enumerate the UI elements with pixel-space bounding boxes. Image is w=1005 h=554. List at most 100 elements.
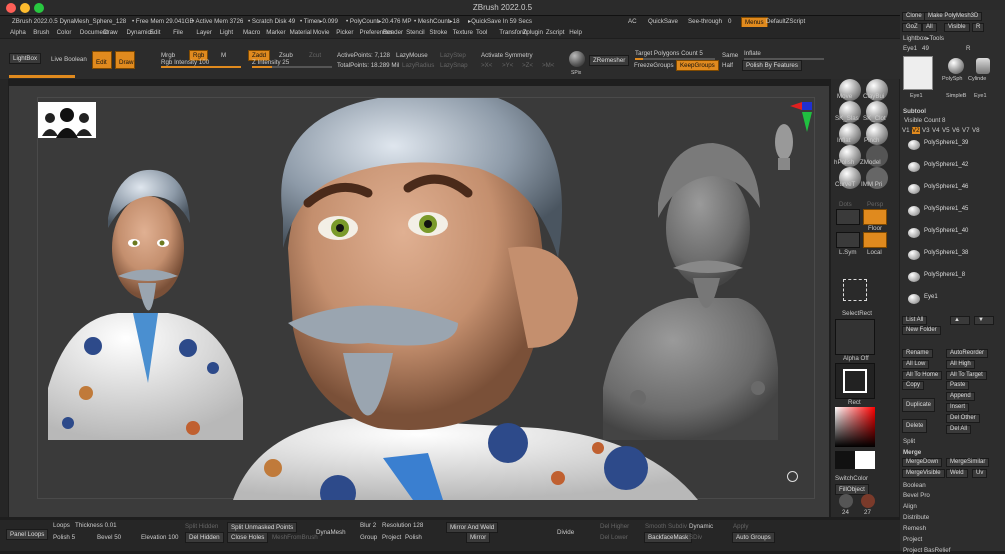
version-v3[interactable]: V3 [922,127,930,134]
menu-item-draw[interactable]: Draw [103,29,117,36]
menu-item-alpha[interactable]: Alpha [10,29,26,36]
menu-item-color[interactable]: Color [57,29,72,36]
mrgb-button[interactable]: Mrgb [161,52,175,59]
menu-item-render[interactable]: Render [383,29,403,36]
all-low-button[interactable]: All Low [902,360,930,369]
subtool-row[interactable]: PolySphere1_38 [908,250,1002,260]
split-section[interactable]: Split [903,438,915,445]
mergedown-button[interactable]: MergeDown [902,458,943,467]
subtool-row[interactable]: PolySphere1_40 [908,228,1002,238]
append-button[interactable]: Append [946,392,975,401]
uv-button[interactable]: Uv [972,469,988,478]
subtool-row[interactable]: PolySphere1_8 [908,272,1002,282]
merge-section[interactable]: Merge [903,449,921,456]
all-to-target-button[interactable]: All To Target [946,371,987,380]
subtool-row[interactable]: PolySphere1_45 [908,206,1002,216]
zcut-button[interactable]: Zcut [309,52,321,59]
delete-button[interactable]: Delete [902,419,928,433]
document-canvas[interactable] [37,97,815,511]
lazyradius-slider[interactable]: LazyRadius [402,62,434,69]
fillobject-button[interactable]: FillObject [835,484,869,495]
z-intensity-slider[interactable]: Z Intensity 25 [252,59,289,66]
rgb-intensity-track[interactable] [161,66,241,68]
divide-button[interactable]: Divide [557,529,574,536]
version-v7[interactable]: V7 [962,127,970,134]
boolean-section[interactable]: Boolean [903,482,926,489]
all-to-home-button[interactable]: All To Home [902,371,943,380]
menu-item-layer[interactable]: Layer [196,29,211,36]
m-button[interactable]: M [221,52,226,59]
head-preview-icon[interactable] [771,120,797,172]
menu-item-movie[interactable]: Movie [313,29,330,36]
resolution-slider[interactable]: Resolution 128 [382,522,423,529]
freezegroups-button[interactable]: FreezeGroups [634,62,674,69]
menu-item-texture[interactable]: Texture [453,29,473,36]
menu-item-light[interactable]: Light [220,29,233,36]
polish-by-features-button[interactable]: Polish By Features [742,60,802,71]
bevel-pro-section[interactable]: Bevel Pro [903,492,930,499]
project-section[interactable]: Project [903,536,922,543]
activate-symmetry-button[interactable]: Activate Symmetry [481,52,533,59]
mergevisible-button[interactable]: MergeVisible [902,469,945,478]
new-folder-button[interactable]: New Folder [902,326,941,335]
z-intensity-track[interactable] [252,66,332,68]
bevel-slider[interactable]: Bevel 50 [97,534,121,541]
local-button[interactable] [863,232,887,248]
symmetry-m-button[interactable]: >M< [542,62,554,69]
lazystep-slider[interactable]: LazyStep [440,52,466,59]
subtool-row[interactable]: PolySphere1_42 [908,162,1002,172]
del-hidden-button[interactable]: Del Hidden [185,532,224,543]
r2-button[interactable]: R [966,45,970,52]
material-thumb-a[interactable] [839,494,853,508]
alpha-thumbnail[interactable] [835,319,875,355]
see-through-slider[interactable]: See-through [688,18,722,25]
menu-item-brush[interactable]: Brush [33,29,49,36]
smooth-subdiv-button[interactable]: Smooth Subdiv [645,523,687,530]
project-button[interactable]: Project [382,534,401,541]
symmetry-y-button[interactable]: >Y< [502,62,513,69]
del-other-button[interactable]: Del Other [946,414,980,423]
floor-button[interactable] [863,209,887,225]
all-high-button[interactable]: All High [946,360,975,369]
arrow-down-icon[interactable]: ▼ [974,316,994,325]
target-polygons-slider[interactable]: Target Polygons Count 5 [635,50,703,57]
polysphere-tool-icon[interactable] [948,58,964,74]
cylinder-tool-icon[interactable] [976,58,990,74]
mirror-button[interactable]: Mirror [466,532,491,543]
lsym-button[interactable] [836,232,860,248]
menu-item-stencil[interactable]: Stencil [406,29,425,36]
subtool-row[interactable]: PolySphere1_39 [908,140,1002,150]
subtool-row[interactable]: Eye1 [908,294,1002,304]
split-hidden-button[interactable]: Split Hidden [185,523,218,530]
menu-item-stroke[interactable]: Stroke [429,29,447,36]
persp-button[interactable] [836,209,860,225]
del-higher-button[interactable]: Del Higher [600,523,629,530]
symmetry-x-button[interactable]: >X< [481,62,492,69]
copy-button[interactable]: Copy [902,381,925,390]
color-picker[interactable] [835,407,875,447]
lightbox-tools-button[interactable]: Lightbox▸Tools [903,35,944,42]
polish-toggle[interactable]: Polish [405,534,422,541]
version-v6[interactable]: V6 [952,127,960,134]
half-button[interactable]: Half [722,62,733,69]
dynamesh-button[interactable]: DynaMesh [316,529,346,536]
ac-toggle[interactable]: AC [628,18,637,25]
quicksave-button[interactable]: QuickSave [648,18,678,25]
material-thumb-b[interactable] [861,494,875,508]
blur-slider[interactable]: Blur 2 [360,522,376,529]
goz-button[interactable]: GoZ [902,23,922,32]
remesh-section[interactable]: Remesh [903,525,926,532]
primary-color-swatch[interactable] [835,451,855,469]
menu-item-macro[interactable]: Macro [243,29,260,36]
subtool-heading[interactable]: Subtool [903,108,926,115]
rgb-intensity-slider[interactable]: Rgb Intensity 100 [161,59,209,66]
panel-loops-button[interactable]: Panel Loops [6,529,49,540]
menu-item-tool[interactable]: Tool [476,29,487,36]
spix-icon[interactable] [569,51,585,67]
edit-mode-button[interactable]: Edit [92,51,112,69]
inflate-slider[interactable]: Inflate [744,50,761,57]
weld-button[interactable]: Weld [946,469,968,478]
align-section[interactable]: Align [903,503,917,510]
paste-button[interactable]: Paste [946,381,970,390]
persp-label[interactable]: Persp [867,201,883,208]
